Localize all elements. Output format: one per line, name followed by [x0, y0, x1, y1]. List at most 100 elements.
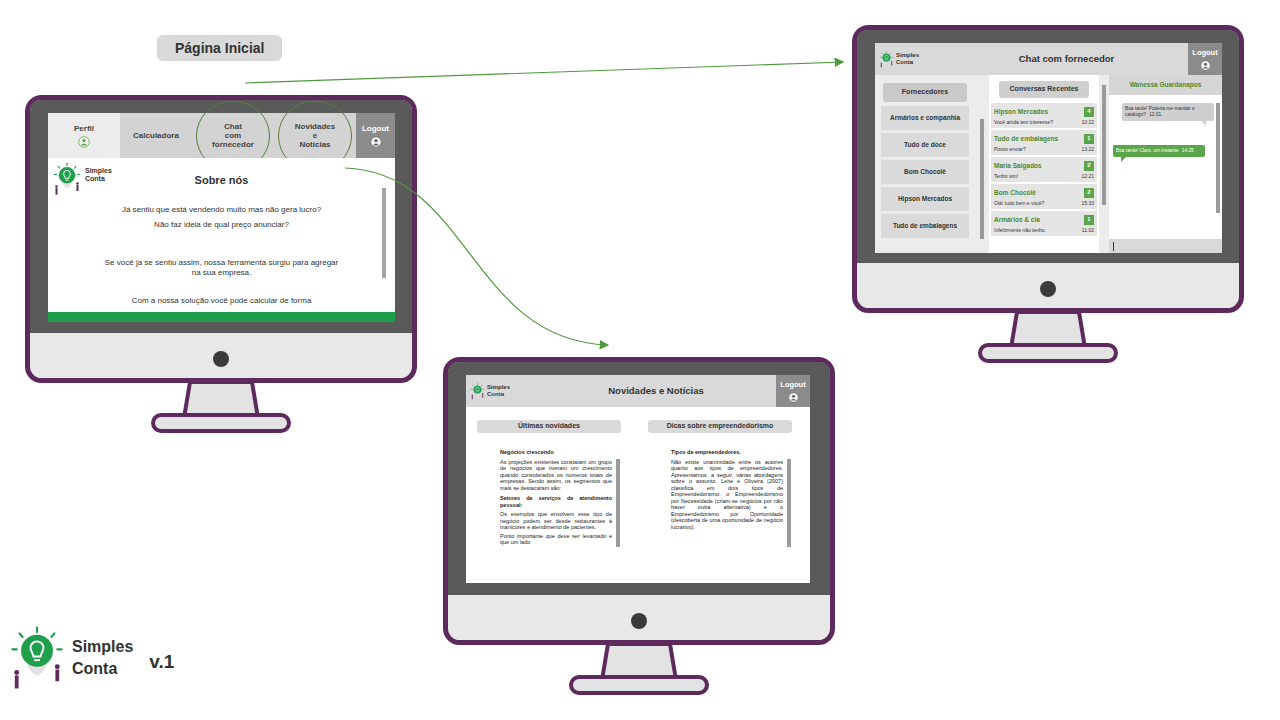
logout-button[interactable]: Logout — [1188, 43, 1222, 75]
logo-text: Simples — [896, 52, 919, 59]
unread-badge: 2 — [1084, 188, 1094, 198]
lightbulb-logo-icon — [470, 383, 485, 400]
scrollbar[interactable] — [980, 119, 984, 239]
nav-item[interactable]: Perfil — [48, 113, 120, 158]
logo-text: Simples — [487, 384, 510, 391]
nav-label: Perfil — [74, 124, 94, 133]
message-time: 10:22 — [1081, 119, 1094, 125]
message-preview: Infelizmente não tenho. — [994, 227, 1046, 233]
conversation-row[interactable]: Hipson Mercados4Você ainda tem interesse… — [991, 103, 1097, 128]
page-label: Página Inicial — [157, 35, 282, 61]
nav-item[interactable]: Logout — [356, 113, 395, 158]
scrollbar[interactable] — [787, 459, 791, 547]
nav-label: e — [295, 131, 335, 140]
lightbulb-logo-icon — [879, 51, 894, 68]
supplier-item[interactable]: Hipson Mercados — [881, 187, 969, 211]
bubble-tail — [1121, 156, 1127, 162]
contact-name: Tudo de embalagens — [994, 135, 1058, 143]
article-text: Ponto importante que deve ser levantado … — [500, 533, 612, 546]
user-avatar-icon — [78, 136, 90, 148]
supplier-name: Hipson Mercados — [898, 194, 952, 204]
text-cursor — [1113, 242, 1114, 251]
canvas: Página Inicial Perfil CalculadoraChatcomfo… — [0, 0, 1280, 720]
conversation-row[interactable]: Bom Chocolê2Olá! tudo bem e você?15:33 — [991, 184, 1097, 209]
article-block: Os exemplos que envolvem esse tipo de ne… — [500, 511, 612, 531]
bubble-tail — [1200, 120, 1206, 126]
contact-name: Bom Chocolê — [994, 189, 1036, 197]
message-preview: Tenho sim! — [994, 173, 1018, 179]
message-preview: Olá! tudo bem e você? — [994, 200, 1044, 206]
chat-monitor: SimplesConta Chat com fornecedor Logout For… — [852, 25, 1244, 365]
supplier-name: Tudo de embalagens — [893, 221, 957, 231]
about-paragraph: Já sentiu que está vendendo muito mas nã… — [122, 205, 321, 215]
user-avatar-icon — [370, 136, 382, 148]
logo-text: Conta — [85, 175, 112, 183]
unread-badge: 1 — [1084, 134, 1094, 144]
about-paragraph: Se você ja se sentiu assim, nossa ferram… — [102, 258, 342, 278]
screen: SimplesContaNovidades e NotíciasLogout Úl… — [466, 375, 810, 583]
chat-screen: SimplesConta Chat com fornecedor Logout For… — [875, 43, 1222, 253]
unread-badge: 4 — [1084, 107, 1094, 117]
panel-title: Conversas Recentes — [1010, 84, 1079, 95]
supplier-item[interactable]: Armários e companhia — [881, 106, 969, 130]
app-logo: SimplesConta — [875, 43, 945, 75]
message-preview: Posso enviar? — [994, 146, 1026, 152]
article-text: Tipos de empreendedores. — [671, 449, 741, 455]
article-text: Não existe unanimidade entre os autores … — [671, 459, 783, 530]
user-avatar-icon — [1200, 60, 1211, 71]
recent-conversations: Conversas RecentesHipson Mercados4Você a… — [989, 75, 1099, 253]
logo-text: Conta — [896, 59, 919, 66]
article-block: Não existe unanimidade entre os autores … — [671, 459, 783, 531]
supplier-name: Tudo de doce — [904, 140, 946, 150]
supplier-list: FornecedoresArmários e companhiaTudo de … — [875, 75, 975, 253]
page-label-text: Página Inicial — [175, 38, 264, 59]
chat-contact: Wanessa Guardanapos — [1130, 80, 1202, 90]
message-input[interactable] — [1109, 239, 1222, 253]
conversation-row[interactable]: Maria Salgados2Tenho sim!12:21 — [991, 157, 1097, 182]
supplier-item[interactable]: Tudo de doce — [881, 133, 969, 157]
message-bubble: Boa tarde! Claro, um instante 14:25 — [1113, 145, 1205, 157]
nav-label: Novidades — [295, 122, 335, 131]
contact-name: Armários & cia — [994, 216, 1040, 224]
message-bubble: Boa tarde! Poderia me mandar o catálogo?… — [1122, 103, 1214, 121]
brand-logo: SimplesContav.1 — [8, 625, 174, 691]
screen: PerfilCalculadoraChatcomfornecedorNovida… — [48, 113, 395, 322]
column-title: Dicas sobre empreendedorismo — [667, 421, 774, 432]
screen-title: Chat com fornecedor — [1019, 52, 1115, 66]
nav-bar: PerfilCalculadoraChatcomfornecedorNovida… — [48, 113, 395, 158]
news-screen: SimplesContaNovidades e NotíciasLogout Úl… — [466, 375, 810, 583]
app-logo: SimplesConta — [466, 375, 536, 407]
screen: SimplesConta Chat com fornecedor Logout For… — [875, 43, 1222, 253]
scrollbar[interactable] — [616, 459, 620, 547]
brand-version: v.1 — [149, 648, 174, 677]
app-header: SimplesContaNovidades e NotíciasLogout — [466, 375, 810, 407]
nav-label: fornecedor — [212, 140, 254, 149]
scrollbar[interactable] — [1102, 85, 1106, 205]
news-monitor: SimplesContaNovidades e NotíciasLogout Úl… — [443, 357, 835, 697]
contact-name: Hipson Mercados — [994, 108, 1048, 116]
about-paragraph: Não faz ideia de qual preço anunciar? — [154, 220, 289, 230]
column-title: Últimas novidades — [518, 421, 580, 432]
unread-badge: 2 — [1084, 161, 1094, 171]
home-monitor: PerfilCalculadoraChatcomfornecedorNovida… — [25, 95, 417, 435]
conversation-row[interactable]: Armários & cia1Infelizmente não tenho.11… — [991, 211, 1097, 236]
nav-item[interactable]: NovidadeseNotícias — [274, 113, 356, 158]
nav-item[interactable]: Chatcomfornecedor — [192, 113, 274, 158]
conversation-row[interactable]: Tudo de embalagens1Posso enviar?13:22 — [991, 130, 1097, 155]
logout-label: Logout — [780, 379, 805, 390]
brand-name: Conta — [72, 658, 133, 680]
nav-item[interactable]: Calculadora — [120, 113, 192, 158]
article-text: Os exemplos que envolvem esse tipo de ne… — [500, 511, 612, 530]
logout-label: Logout — [1192, 47, 1217, 58]
article-block: Ponto importante que deve ser levantado … — [500, 533, 612, 546]
nav-label: Logout — [362, 124, 389, 133]
scrollbar[interactable] — [1216, 103, 1220, 213]
footer-bar — [48, 312, 395, 322]
scrollbar[interactable] — [382, 188, 386, 278]
nav-label: Notícias — [295, 140, 335, 149]
article-text: Negócios crescendo — [500, 449, 554, 455]
article-block: Negócios crescendo — [500, 449, 612, 456]
supplier-item[interactable]: Tudo de embalagens — [881, 214, 969, 238]
logout-button[interactable]: Logout — [776, 375, 810, 407]
supplier-item[interactable]: Bom Chocolê — [881, 160, 969, 184]
